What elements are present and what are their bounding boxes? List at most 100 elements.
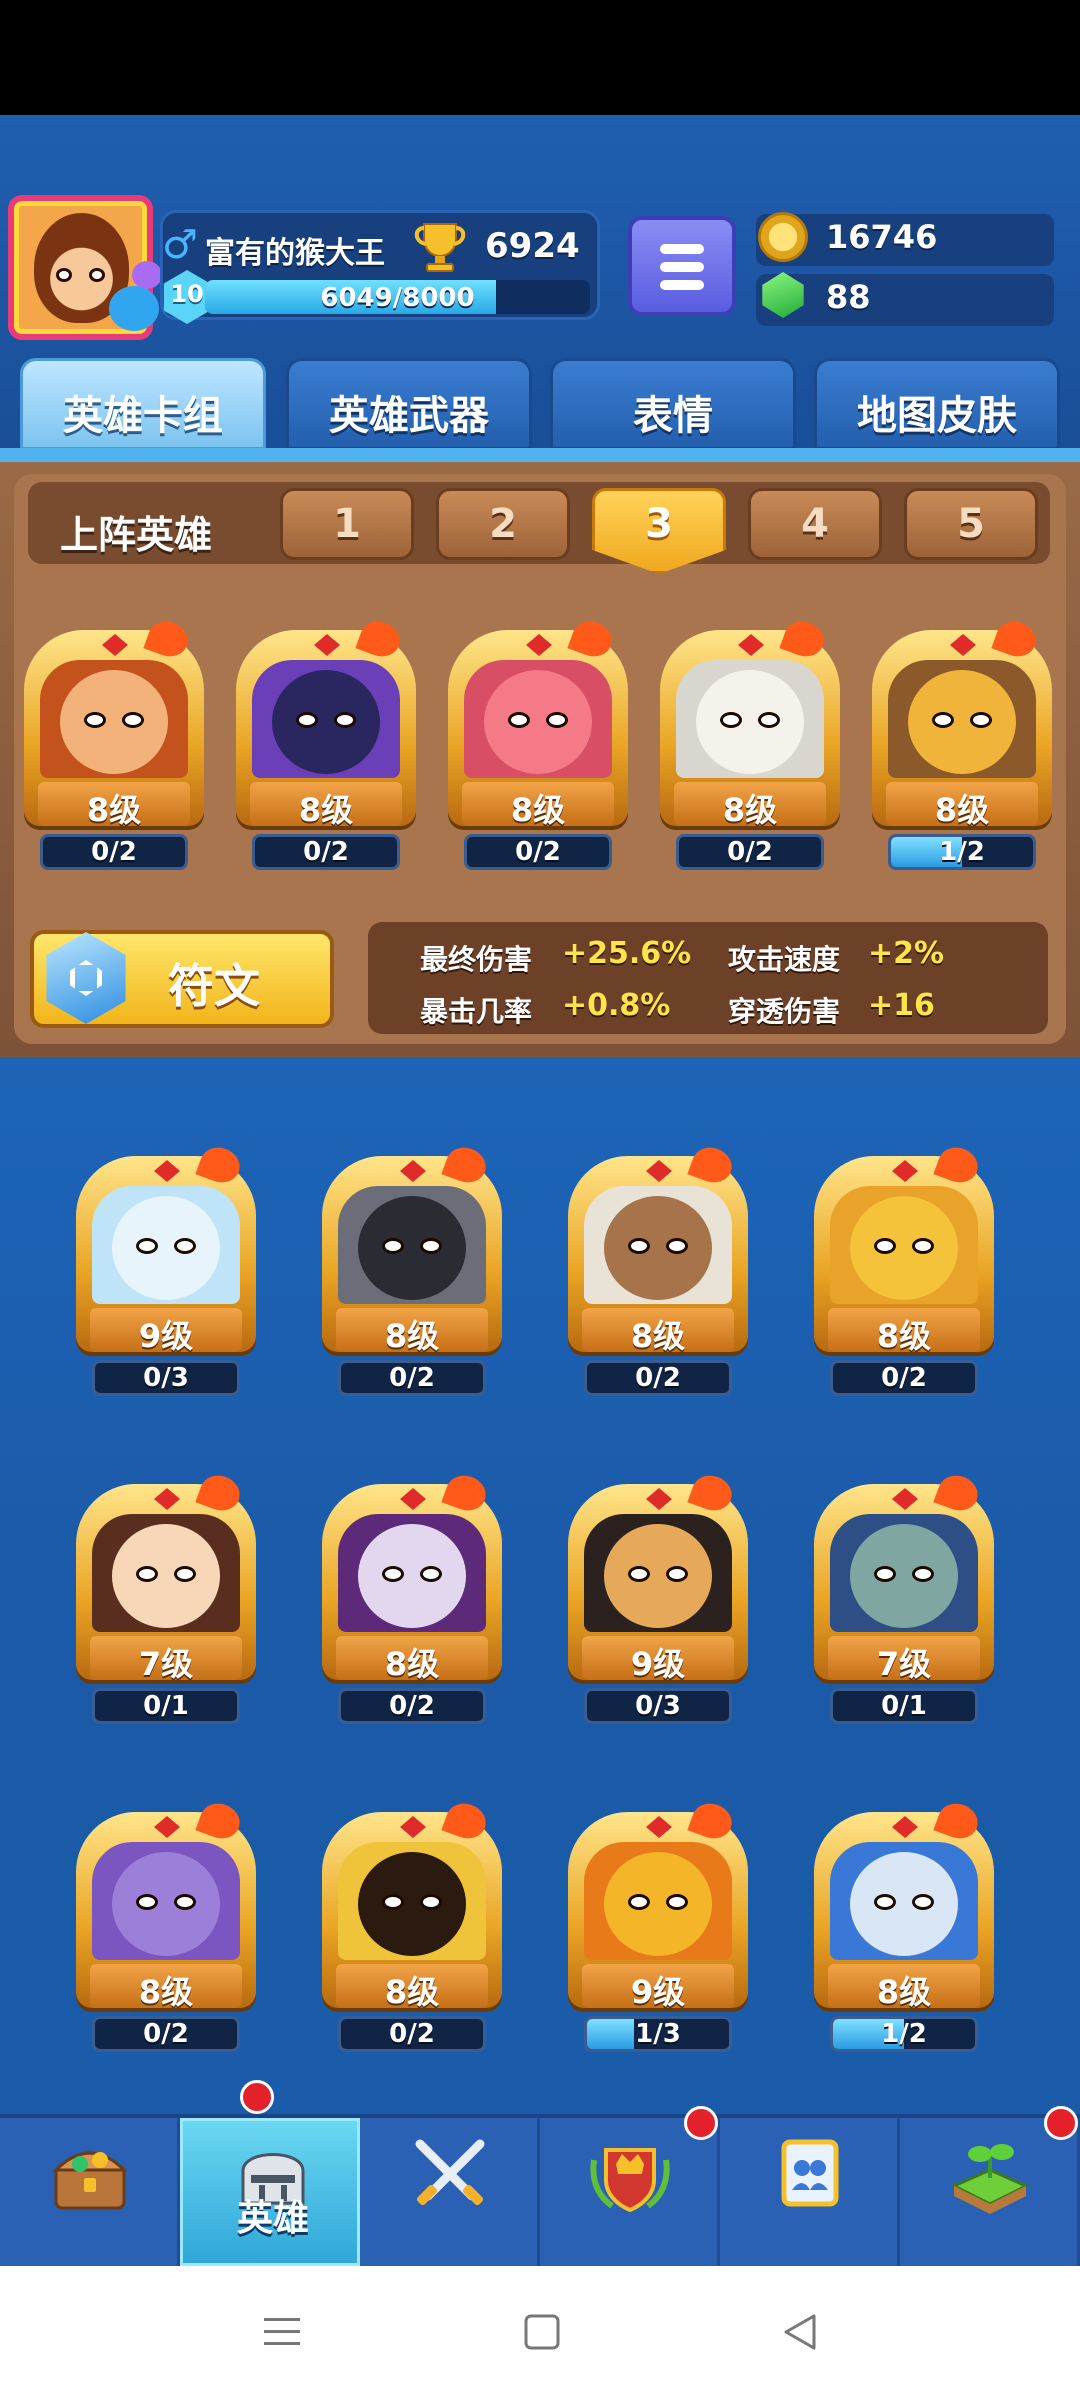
hero-portrait [584,1842,732,1960]
stat-label-penetration: 穿透伤害 [728,995,841,1028]
hero-eye [84,712,106,728]
hero-level: 9级 [630,1645,686,1683]
hero-eye [666,1894,688,1910]
hero-portrait [830,1514,978,1632]
hero-level: 8级 [384,1317,440,1355]
tab-map-skins[interactable]: 地图皮肤 [814,358,1060,450]
hero-eye [874,1238,896,1254]
deck-slot-1[interactable]: 1 [280,488,414,560]
hero-portrait [252,660,400,778]
stat-value-final-damage: +25.6% [562,936,692,971]
player-name[interactable]: 富有的猴大王 [205,228,385,272]
nav-item-treasure-chest[interactable] [0,2118,180,2266]
hero-eye [932,712,954,728]
collection-hero-card[interactable]: 8级 0/2 [70,1798,262,2056]
hero-face [272,670,380,774]
hero-eye [628,1238,650,1254]
deck-hero-card[interactable]: 8级 0/2 [442,616,634,874]
notification-dot [684,2106,718,2140]
back-icon[interactable] [780,2312,820,2352]
coin-icon [758,212,808,262]
hero-eye [136,1238,158,1254]
notification-dot [240,2080,274,2114]
tab-hero-deck[interactable]: 英雄卡组 [20,358,266,450]
tab-hero-weapons[interactable]: 英雄武器 [286,358,532,450]
hero-face [908,670,1016,774]
hero-portrait [92,1514,240,1632]
hero-eye [296,712,318,728]
collection-hero-card[interactable]: 8级 0/2 [316,1470,508,1728]
nav-item-crown-shield[interactable] [540,2118,720,2266]
collection-hero-card[interactable]: 7级 0/1 [70,1470,262,1728]
card-progress-text: 1/2 [881,2019,927,2049]
deck-hero-card[interactable]: 8级 0/2 [18,616,210,874]
hero-portrait [676,660,824,778]
card-progress-text: 0/2 [727,837,773,867]
nav-item-sprout-island[interactable] [900,2118,1080,2266]
deck-hero-card[interactable]: 8级 0/2 [230,616,422,874]
hero-eye [174,1566,196,1582]
notification-dot [1044,2106,1078,2140]
hero-eye [912,1238,934,1254]
card-progress-text: 0/1 [143,1691,189,1721]
collection-hero-card[interactable]: 9级 0/3 [562,1470,754,1728]
nav-item-knight-helmet[interactable]: 英雄 [180,2118,360,2266]
hero-portrait [584,1186,732,1304]
hero-eye [628,1566,650,1582]
hero-portrait [92,1186,240,1304]
hero-portrait [584,1514,732,1632]
nav-item-crossed-swords[interactable] [360,2118,540,2266]
deck-slot-4[interactable]: 4 [748,488,882,560]
deck-slot-label: 2 [489,501,517,547]
hero-eye [174,1238,196,1254]
hero-level: 8级 [86,791,142,829]
hero-eye [420,1894,442,1910]
hero-face [112,1524,220,1628]
card-progress-text: 0/3 [143,1363,189,1393]
gem-count: 88 [826,278,871,316]
hero-face [112,1196,220,1300]
collection-hero-card[interactable]: 8级 0/2 [562,1142,754,1400]
collection-hero-card[interactable]: 8级 0/2 [316,1142,508,1400]
hero-portrait [830,1842,978,1960]
game-screen: { "player": { "gender_symbol": "♂", "nam… [0,0,1080,2400]
deck-hero-card[interactable]: 8级 1/2 [866,616,1058,874]
tab-emotes[interactable]: 表情 [550,358,796,450]
menu-button[interactable] [628,216,736,316]
deck-title: 上阵英雄 [60,513,213,557]
collection-hero-card[interactable]: 9级 0/3 [70,1142,262,1400]
nav-item-guild-flag[interactable] [720,2118,900,2266]
collection-hero-card[interactable]: 9级 1/3 [562,1798,754,2056]
hero-portrait [40,660,188,778]
hero-portrait [338,1514,486,1632]
deck-slot-2[interactable]: 2 [436,488,570,560]
home-icon[interactable] [522,2312,562,2352]
hero-eye [912,1894,934,1910]
hero-eye [546,712,568,728]
collection-hero-card[interactable]: 8级 0/2 [808,1142,1000,1400]
deck-slot-5[interactable]: 5 [904,488,1038,560]
hero-level: 8级 [138,1973,194,2011]
hero-face [358,1196,466,1300]
rune-glyph [70,960,102,996]
collection-hero-card[interactable]: 7级 0/1 [808,1470,1000,1728]
deck-hero-card[interactable]: 8级 0/2 [654,616,846,874]
hero-portrait [338,1186,486,1304]
collection-hero-card[interactable]: 8级 1/2 [808,1798,1000,2056]
card-progress-text: 0/2 [91,837,137,867]
hero-face [696,670,804,774]
hero-eye [136,1566,158,1582]
menu-icon[interactable] [262,2312,302,2352]
hero-face [358,1524,466,1628]
treasure-chest-icon [52,2151,128,2210]
hero-eye [628,1894,650,1910]
player-avatar[interactable] [8,195,162,340]
card-progress-text: 0/2 [303,837,349,867]
hero-level: 8级 [510,791,566,829]
card-progress-text: 0/2 [515,837,561,867]
hero-eye [666,1238,688,1254]
card-progress-text: 1/2 [939,837,985,867]
card-progress-text: 0/2 [389,2019,435,2049]
collection-hero-card[interactable]: 8级 0/2 [316,1798,508,2056]
hero-eye [174,1894,196,1910]
